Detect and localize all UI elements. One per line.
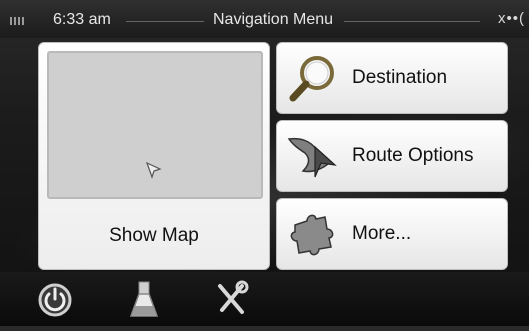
- battery-icon: [10, 17, 32, 25]
- route-options-button[interactable]: Route Options: [276, 120, 508, 192]
- flask-icon[interactable]: [123, 278, 165, 320]
- bottom-bar: [0, 272, 529, 326]
- route-options-label: Route Options: [352, 145, 474, 166]
- show-map-button[interactable]: Show Map: [38, 42, 270, 270]
- show-map-label: Show Map: [109, 225, 199, 246]
- tools-icon[interactable]: [210, 278, 252, 320]
- map-preview: [47, 51, 263, 199]
- more-label: More...: [352, 223, 412, 244]
- clock-time: 6:33 am: [53, 11, 111, 28]
- status-bar: 6:33 am Navigation Menu х••(: [0, 0, 529, 38]
- route-arrow-icon: [287, 137, 337, 178]
- more-button[interactable]: More...: [276, 198, 508, 270]
- puzzle-piece-icon: [290, 214, 334, 256]
- destination-label: Destination: [352, 67, 448, 88]
- page-title: Navigation Menu: [213, 11, 334, 28]
- title-divider-right: [344, 21, 480, 22]
- cursor-arrow-icon: [145, 161, 162, 179]
- destination-button[interactable]: Destination: [276, 42, 508, 114]
- magnifier-icon: [289, 56, 334, 102]
- satellite-gps-icons: х••(: [498, 10, 525, 27]
- power-icon[interactable]: [34, 278, 76, 320]
- title-divider-left: [126, 21, 204, 22]
